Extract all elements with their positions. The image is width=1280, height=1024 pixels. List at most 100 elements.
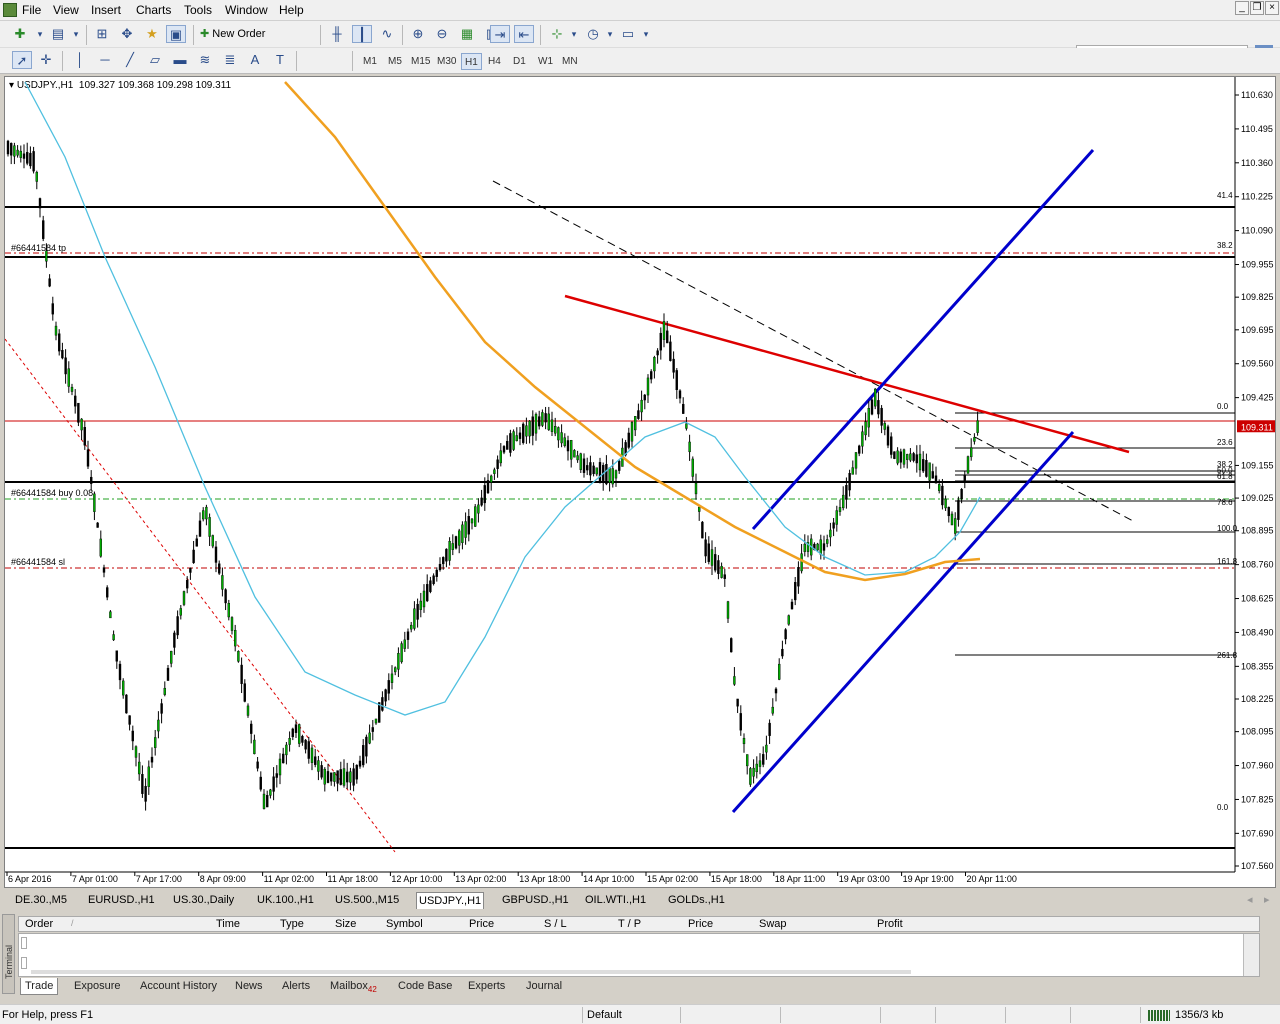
menu-file[interactable]: File: [22, 3, 41, 17]
candle-body: [109, 611, 112, 619]
col-price2[interactable]: Price: [688, 918, 713, 930]
col-tp[interactable]: T / P: [618, 918, 641, 930]
candle-chart-icon[interactable]: ┃: [352, 25, 372, 43]
dropdown-icon[interactable]: ▾: [30, 25, 50, 43]
dropdown-icon[interactable]: ▾: [636, 25, 656, 43]
col-size[interactable]: Size: [335, 918, 356, 930]
scroll-left-icon[interactable]: ◂: [1245, 892, 1255, 909]
line-chart-icon[interactable]: ∿: [377, 25, 397, 43]
profile-name[interactable]: Default: [587, 1009, 622, 1021]
templates-icon[interactable]: ▭: [618, 25, 638, 43]
tab-account-history[interactable]: Account History: [136, 978, 221, 995]
tf-m15[interactable]: M15: [408, 53, 433, 70]
scroll-right-icon[interactable]: ▸: [1262, 892, 1272, 909]
chart-tab[interactable]: UK.100.,H1: [255, 892, 316, 909]
text-icon[interactable]: A: [245, 51, 265, 69]
minimize-icon[interactable]: _: [1235, 1, 1249, 15]
tf-mn[interactable]: MN: [559, 53, 581, 70]
tab-news[interactable]: News: [231, 978, 267, 995]
menu-help[interactable]: Help: [279, 3, 304, 17]
candle-body: [288, 738, 291, 745]
h-scrollbar[interactable]: [31, 970, 911, 974]
fibonacci-icon[interactable]: ≣: [220, 51, 240, 69]
tf-d1[interactable]: D1: [510, 53, 529, 70]
col-type[interactable]: Type: [280, 918, 304, 930]
menu-charts[interactable]: Charts: [136, 3, 171, 17]
chart-tab-active[interactable]: USDJPY.,H1: [416, 892, 485, 909]
col-profit[interactable]: Profit: [877, 918, 903, 930]
v-scrollbar[interactable]: [1243, 934, 1259, 976]
chart-tab[interactable]: US.500.,M15: [333, 892, 401, 909]
tab-code-base[interactable]: Code Base: [394, 978, 456, 995]
menu-insert[interactable]: Insert: [91, 3, 121, 17]
candle-body: [320, 765, 323, 778]
close-icon[interactable]: ×: [1265, 1, 1279, 15]
chart-tab[interactable]: GOLDs.,H1: [666, 892, 727, 909]
candle-body: [499, 450, 502, 464]
zoom-in-icon[interactable]: ⊕: [408, 25, 428, 43]
chart-tab[interactable]: US.30.,Daily: [171, 892, 236, 909]
autoscroll-icon[interactable]: ⇥: [490, 25, 510, 43]
col-order[interactable]: Order: [25, 918, 53, 930]
bar-chart-icon[interactable]: ╫: [327, 25, 347, 43]
fibonacci-icon[interactable]: ≋: [195, 51, 215, 69]
tab-journal[interactable]: Journal: [522, 978, 566, 995]
new-order-button[interactable]: ✚ New Order: [200, 25, 266, 44]
tile-windows-icon[interactable]: ▦: [457, 25, 477, 43]
tf-m1[interactable]: M1: [360, 53, 380, 70]
tab-experts[interactable]: Experts: [464, 978, 509, 995]
menu-view[interactable]: View: [53, 3, 79, 17]
cursor-icon[interactable]: ➚: [12, 51, 32, 69]
col-time[interactable]: Time: [216, 918, 240, 930]
menu-window[interactable]: Window: [225, 3, 268, 17]
chart-shift-icon[interactable]: ⇤: [514, 25, 534, 43]
candle-body: [890, 436, 893, 455]
col-sl[interactable]: S / L: [544, 918, 567, 930]
dropdown-icon[interactable]: ▾: [600, 25, 620, 43]
tf-m30[interactable]: M30: [434, 53, 459, 70]
tab-mailbox[interactable]: Mailbox42: [326, 978, 381, 995]
terminal-icon[interactable]: ▣: [166, 25, 186, 43]
candle-body: [963, 475, 966, 481]
crosshair-nav-icon[interactable]: ✥: [117, 25, 137, 43]
terminal-side-bar[interactable]: Terminal: [2, 914, 15, 994]
chart-canvas[interactable]: 110.630 110.495 110.360 110.225 110.090 109.9…: [5, 77, 1276, 888]
col-swap[interactable]: Swap: [759, 918, 787, 930]
chart-tab[interactable]: GBPUSD.,H1: [500, 892, 571, 909]
chart-tab[interactable]: EURUSD.,H1: [86, 892, 157, 909]
tab-alerts[interactable]: Alerts: [278, 978, 314, 995]
zoom-out-icon[interactable]: ⊖: [432, 25, 452, 43]
tf-h4[interactable]: H4: [485, 53, 504, 70]
time-axis-label: 15 Apr 02:00: [647, 874, 698, 884]
navigator-icon[interactable]: ★: [142, 25, 162, 43]
crosshair-icon[interactable]: ✛: [36, 51, 56, 69]
tab-trade[interactable]: Trade: [20, 978, 59, 995]
profiles-icon[interactable]: ▤: [48, 25, 68, 43]
candle-body: [944, 498, 947, 509]
trendline-icon[interactable]: ╱: [120, 51, 140, 69]
candle-body: [336, 770, 339, 784]
candle-body: [720, 565, 723, 578]
horizontal-line-icon[interactable]: ─: [95, 51, 115, 69]
restore-icon[interactable]: ❐: [1250, 1, 1264, 15]
market-watch-icon[interactable]: ⊞: [92, 25, 112, 43]
channel-icon[interactable]: ▱: [145, 51, 165, 69]
dropdown-icon[interactable]: ▾: [564, 25, 584, 43]
tab-exposure[interactable]: Exposure: [70, 978, 124, 995]
tf-m5[interactable]: M5: [385, 53, 405, 70]
col-price[interactable]: Price: [469, 918, 494, 930]
tf-w1[interactable]: W1: [535, 53, 556, 70]
fib-level-label: 0.0: [1217, 402, 1229, 411]
menu-tools[interactable]: Tools: [184, 3, 212, 17]
dropdown-icon[interactable]: ▾: [66, 25, 86, 43]
vertical-line-icon[interactable]: │: [70, 51, 90, 69]
rectangle-icon[interactable]: ▬: [170, 51, 190, 69]
tf-h1[interactable]: H1: [461, 53, 482, 70]
chart-tab[interactable]: OIL.WTI.,H1: [583, 892, 648, 909]
chart-tab[interactable]: DE.30.,M5: [13, 892, 69, 909]
text-label-icon[interactable]: T: [270, 51, 290, 69]
col-symbol[interactable]: Symbol: [386, 918, 423, 930]
price-chart[interactable]: ▾ USDJPY.,H1 109.327 109.368 109.298 109…: [4, 76, 1276, 888]
new-chart-icon[interactable]: ✚: [10, 25, 30, 43]
price-axis-label: 108.355: [1241, 661, 1274, 671]
